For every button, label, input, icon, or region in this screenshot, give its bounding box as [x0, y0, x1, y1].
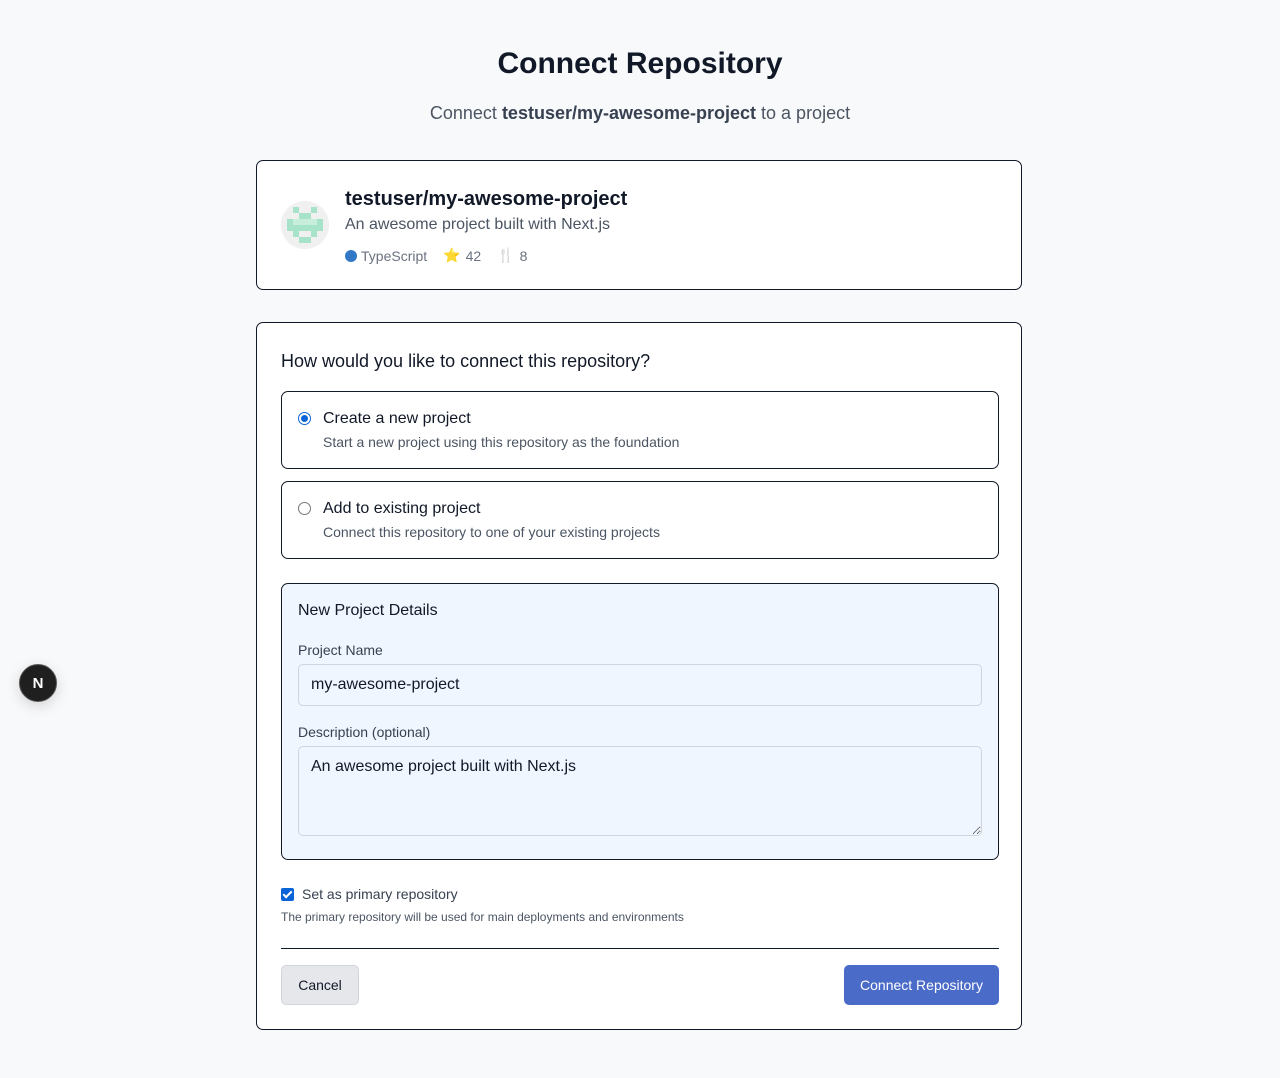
language-label: TypeScript [361, 247, 428, 264]
new-project-details: New Project Details Project Name Descrip… [281, 583, 999, 860]
primary-repository-row[interactable]: Set as primary repository [281, 886, 458, 902]
forks-count: 8 [519, 247, 528, 264]
page-title: Connect Repository [497, 47, 783, 80]
language-item: TypeScript [345, 248, 427, 264]
option-add-to-existing[interactable]: Add to existing project Connect this rep… [281, 481, 999, 559]
fork-icon: 🍴 [497, 247, 515, 263]
connect-repository-button[interactable]: Connect Repository [844, 965, 999, 1005]
repository-description: An awesome project built with Next.js [345, 216, 610, 233]
repository-name: testuser/my-awesome-project [345, 188, 628, 210]
language-dot-icon [345, 249, 357, 262]
project-name-label: Project Name [298, 642, 383, 658]
radio-create-new[interactable] [298, 412, 311, 425]
radio-add-existing[interactable] [298, 502, 311, 515]
option-description: Connect this repository to one of your e… [323, 524, 660, 540]
details-title: New Project Details [298, 602, 438, 619]
primary-repository-checkbox[interactable] [281, 887, 294, 901]
connection-question: How would you like to connect this repos… [281, 351, 651, 371]
description-label: Description (optional) [298, 724, 431, 740]
option-description: Start a new project using this repositor… [323, 434, 680, 450]
stars-count: 42 [465, 247, 482, 264]
option-create-new-project[interactable]: Create a new project Start a new project… [281, 391, 999, 469]
cancel-button[interactable]: Cancel [281, 965, 359, 1005]
primary-repository-help: The primary repository will be used for … [281, 910, 684, 924]
project-name-input[interactable] [298, 664, 982, 706]
page-subtitle: Connect testuser/my-awesome-project to a… [0, 103, 1280, 124]
repository-meta: TypeScript ⭐ 42 🍴 8 [345, 247, 543, 264]
subtitle-repo-name: testuser/my-awesome-project [501, 103, 757, 123]
avatar [281, 201, 329, 249]
nextjs-icon[interactable]: N [19, 664, 57, 702]
primary-repository-label[interactable]: Set as primary repository [302, 886, 458, 902]
option-title: Create a new project [323, 410, 471, 427]
repository-card: testuser/my-awesome-project An awesome p… [256, 160, 1022, 290]
connection-form: How would you like to connect this repos… [256, 322, 1022, 1030]
divider [281, 948, 999, 949]
subtitle-suffix: to a project [756, 103, 851, 123]
subtitle-prefix: Connect [429, 103, 502, 123]
stars-item: ⭐ 42 [443, 247, 481, 264]
forks-item: 🍴 8 [497, 247, 527, 264]
star-icon: ⭐ [443, 247, 461, 263]
description-textarea[interactable]: An awesome project built with Next.js [298, 746, 982, 836]
page: Connect Repository Connect testuser/my-a… [0, 0, 1280, 1078]
option-title: Add to existing project [323, 500, 481, 517]
